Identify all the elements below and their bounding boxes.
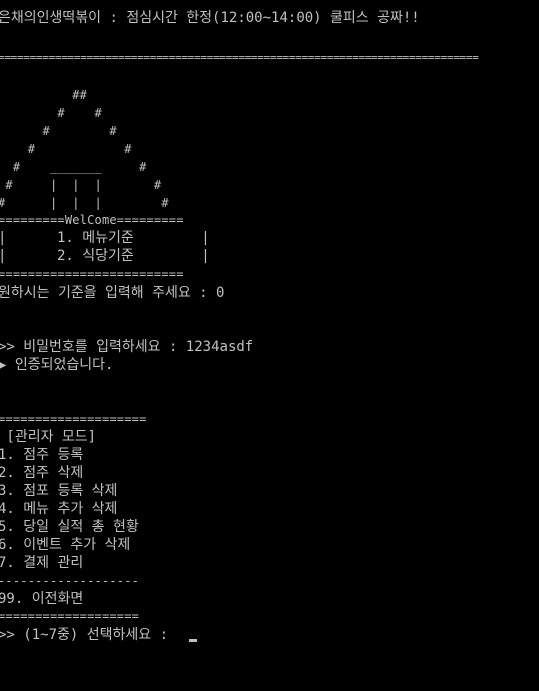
menu-option-1: | 1. 메뉴기준 | bbox=[0, 230, 210, 246]
header-rule: ========================================… bbox=[0, 51, 479, 64]
admin-option-2: 2. 점주 삭제 bbox=[0, 465, 84, 481]
house-art-line: # # bbox=[0, 106, 102, 120]
admin-option-3: 3. 점포 등록 삭제 bbox=[0, 483, 118, 499]
menu-rule: ========================= bbox=[0, 267, 184, 281]
house-art-line: # | | | # bbox=[0, 178, 162, 192]
console-window: 은채의인생떡볶이 : 점심시간 한정(12:00~14:00) 쿨피스 공짜!!… bbox=[0, 0, 539, 691]
house-art-line: ## bbox=[0, 88, 88, 102]
admin-option-6: 6. 이벤트 추가 삭제 bbox=[0, 537, 131, 553]
admin-option-5: 5. 당일 실적 총 현황 bbox=[0, 519, 139, 535]
admin-option-1: 1. 점주 등록 bbox=[0, 447, 84, 463]
header-text: 은채의인생떡볶이 : 점심시간 한정(12:00~14:00) 쿨피스 공짜!! bbox=[0, 10, 420, 26]
text-cursor[interactable] bbox=[189, 639, 197, 642]
house-art-line: # # bbox=[0, 142, 132, 156]
house-art-line: # # bbox=[0, 124, 117, 138]
menu-option-2: | 2. 식당기준 | bbox=[0, 248, 210, 264]
criteria-prompt: 원하시는 기준을 입력해 주세요 : 0 bbox=[0, 285, 225, 301]
house-art-line: # | | | # bbox=[0, 196, 169, 210]
password-prompt: >> 비밀번호를 입력하세요 : 1234asdf bbox=[0, 339, 254, 355]
welcome-banner: =========WelCome========= bbox=[0, 213, 184, 227]
dash-rule: ------------------- bbox=[0, 574, 140, 588]
admin-rule-bottom: =================== bbox=[0, 609, 140, 623]
admin-option-4: 4. 메뉴 추가 삭제 bbox=[0, 501, 118, 517]
admin-mode-title: [관리자 모드] bbox=[0, 429, 97, 445]
select-prompt: >> (1~7중) 선택하세요 : bbox=[0, 627, 177, 643]
admin-rule-top: ==================== bbox=[0, 412, 147, 426]
admin-option-7: 7. 결제 관리 bbox=[0, 555, 84, 571]
admin-option-99: 99. 이전화면 bbox=[0, 591, 84, 607]
house-art-line: # _______ # bbox=[0, 160, 147, 174]
auth-message: ▶ 인증되었습니다. bbox=[0, 357, 114, 373]
